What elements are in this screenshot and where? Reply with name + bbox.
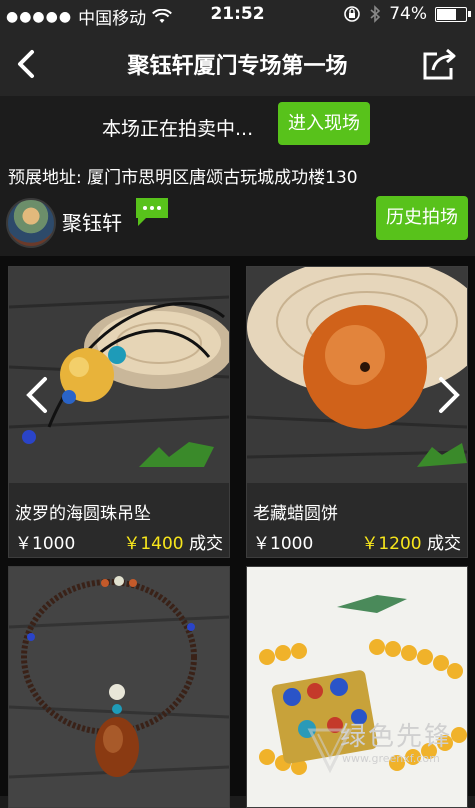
page-title: 聚钰轩厦门专场第一场 <box>127 54 348 79</box>
item-deal-suffix: 成交 <box>189 534 223 554</box>
battery-percent: 74% <box>389 4 427 24</box>
chevron-left-icon[interactable] <box>8 44 48 84</box>
bluetooth-icon <box>370 5 381 23</box>
item-image-necklace <box>9 567 229 807</box>
watermark-url: www.greenxf.com <box>342 752 440 765</box>
battery-icon <box>435 6 471 22</box>
watermark-brand: 绿色先锋 <box>340 722 453 752</box>
item-card[interactable]: 老藏蜡圆饼 ￥1000 ￥1200 成交 <box>246 266 468 558</box>
chevron-left-icon[interactable] <box>23 375 53 415</box>
chat-icon[interactable] <box>134 196 170 228</box>
item-card[interactable]: 波罗的海圆珠吊坠 ￥1000 ￥1400 成交 <box>8 266 230 558</box>
item-name: 波罗的海圆珠吊坠 <box>15 504 151 524</box>
share-icon[interactable] <box>421 46 459 82</box>
auction-status-row: 本场正在拍卖中... 进入现场 <box>0 96 475 158</box>
chevron-right-icon[interactable] <box>433 375 463 415</box>
item-deal-amount: ￥1400 <box>123 534 184 554</box>
shop-avatar[interactable] <box>6 198 56 248</box>
item-start-price: ￥1000 <box>253 534 314 554</box>
nav-bar: 聚钰轩厦门专场第一场 <box>0 30 475 97</box>
status-bar: ●●●●● 中国移动 21:52 74% <box>0 0 475 30</box>
item-start-price: ￥1000 <box>15 534 76 554</box>
item-deal: ￥1200 成交 <box>361 529 461 554</box>
rotation-lock-icon <box>344 6 361 22</box>
auction-status-text: 本场正在拍卖中... <box>102 118 254 140</box>
shop-name[interactable]: 聚钰轩 <box>62 207 122 236</box>
history-auctions-button[interactable]: 历史拍场 <box>376 196 468 240</box>
item-deal-suffix: 成交 <box>427 534 461 554</box>
item-name: 老藏蜡圆饼 <box>253 504 338 524</box>
enter-live-button[interactable]: 进入现场 <box>278 102 370 145</box>
status-right: 74% <box>343 4 471 24</box>
item-card[interactable] <box>8 566 230 808</box>
preview-address: 预展地址: 厦门市思明区唐颂古玩城成功楼130 <box>8 168 358 188</box>
item-deal: ￥1400 成交 <box>123 529 223 554</box>
item-deal-amount: ￥1200 <box>361 534 422 554</box>
battery-fill <box>437 8 456 20</box>
